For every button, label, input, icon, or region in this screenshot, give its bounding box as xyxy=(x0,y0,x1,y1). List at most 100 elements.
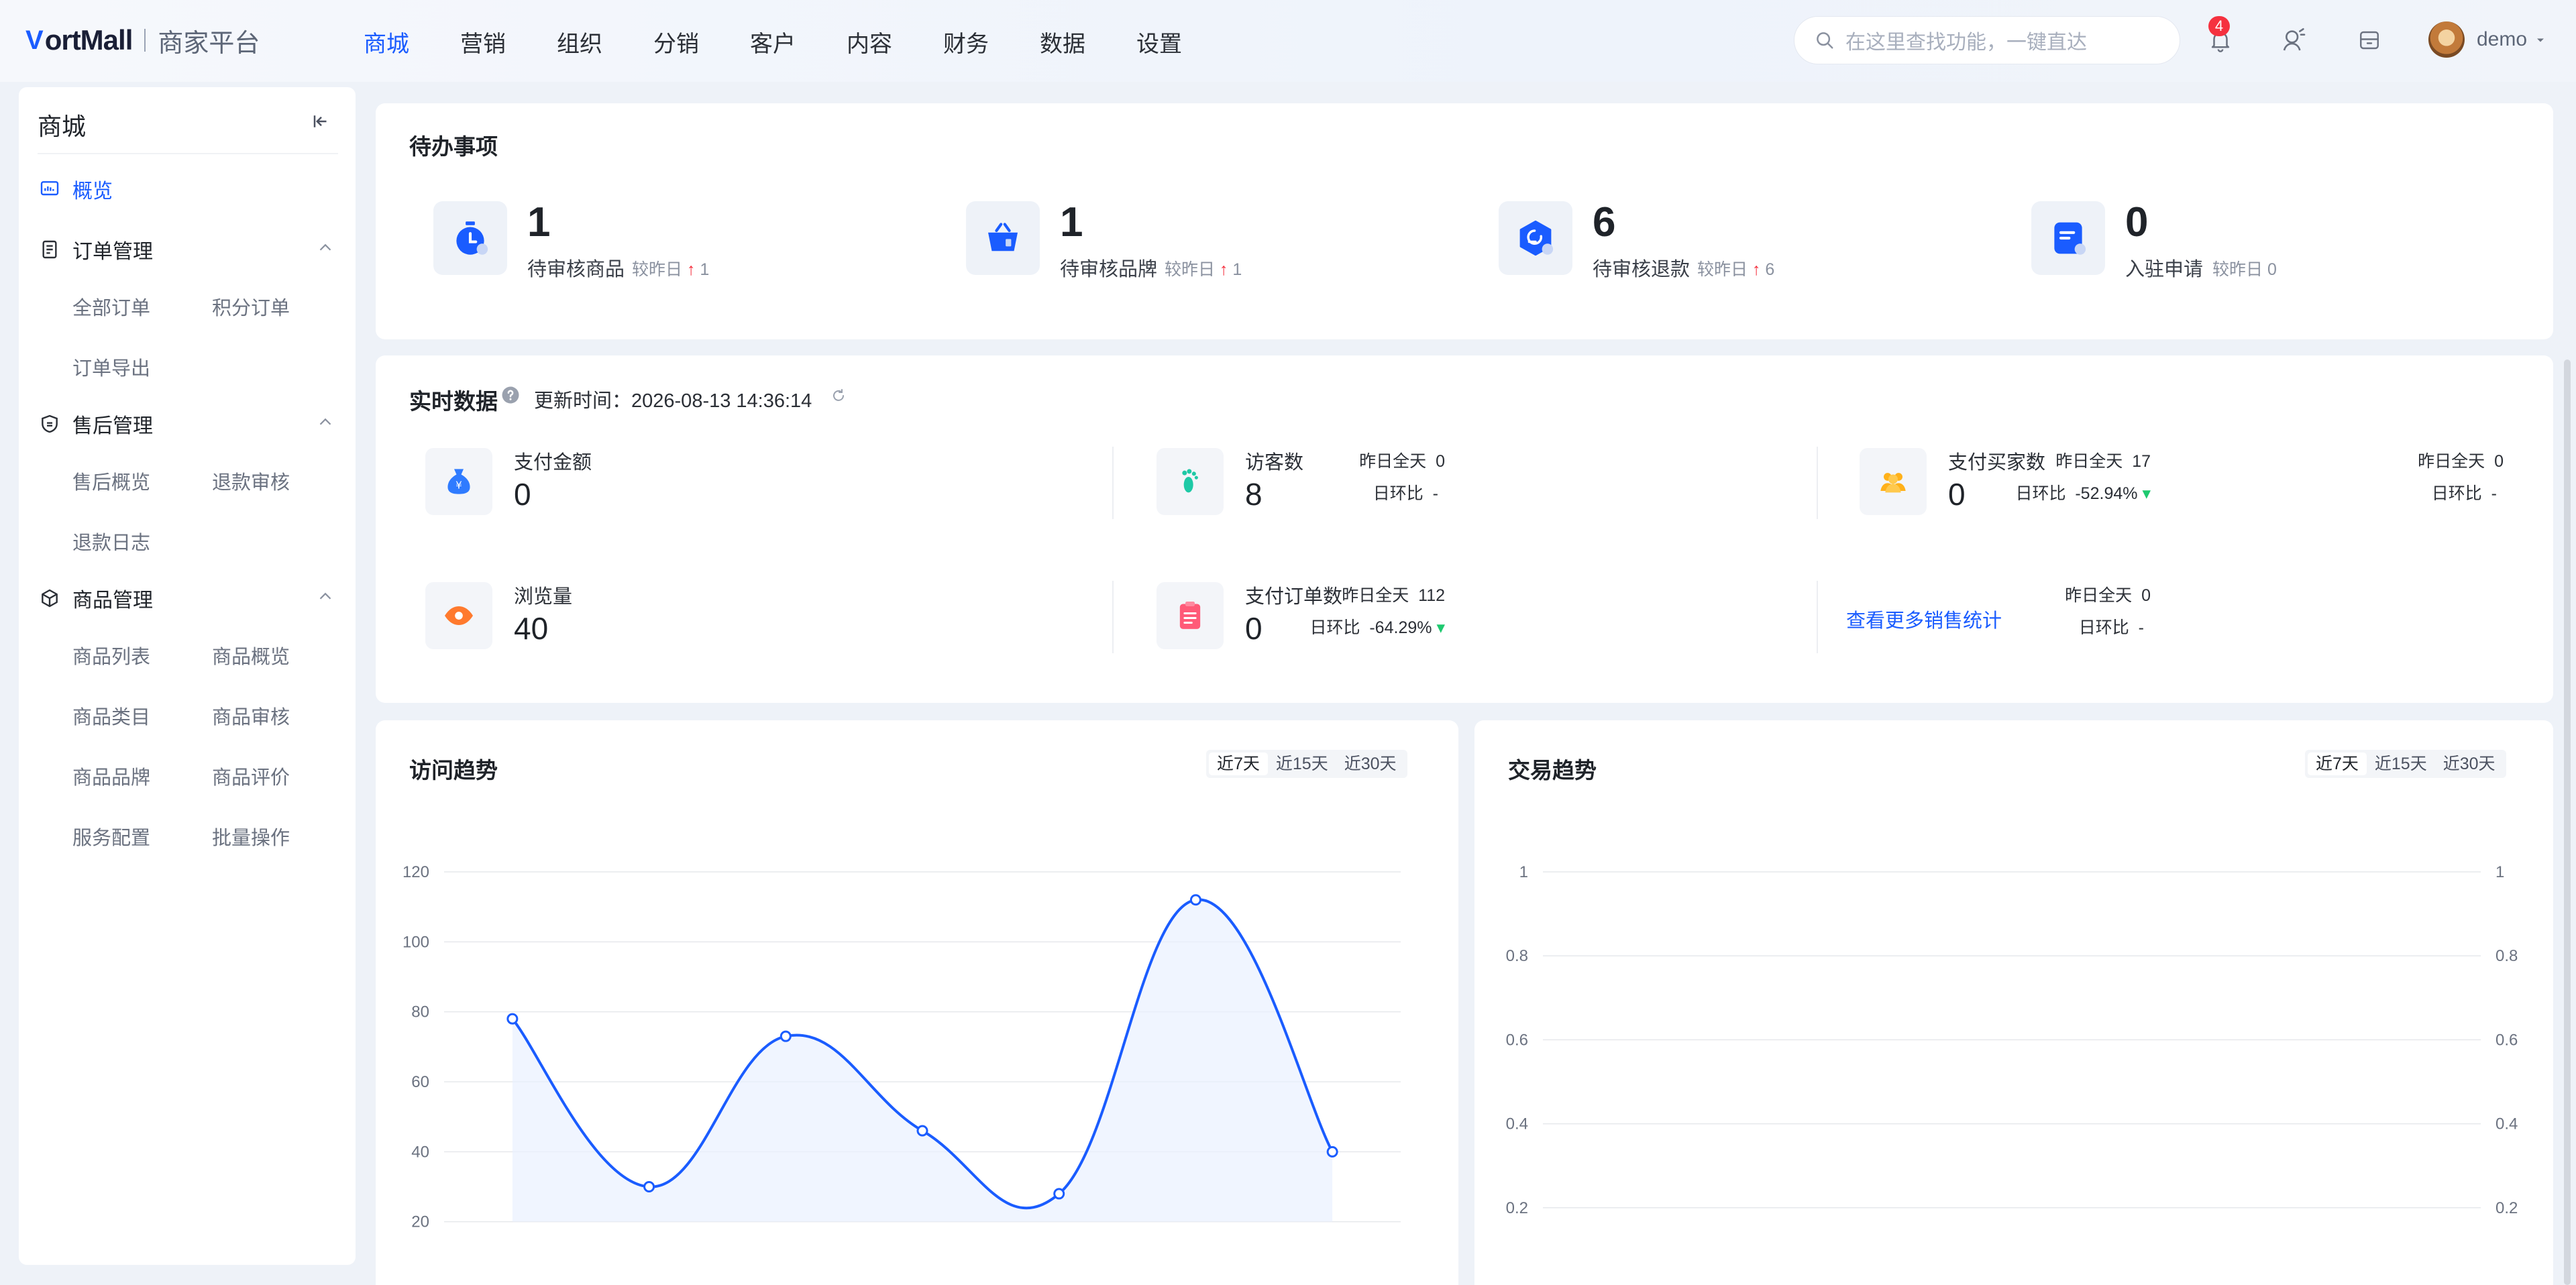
sidebar-group-products[interactable]: 商品管理 xyxy=(39,583,153,613)
y-tick-label-right: 0.4 xyxy=(2496,1115,2518,1133)
tab-30-days[interactable]: 近30天 xyxy=(1336,752,1405,775)
metric-yesterday: 昨日全天 0 xyxy=(2418,452,2504,471)
todo-compare: 较昨日 ↑ 6 xyxy=(1697,260,1775,279)
realtime-title: 实时数据 xyxy=(409,389,498,414)
refund-icon xyxy=(1519,220,1554,256)
tab-15-days[interactable]: 近15天 xyxy=(2367,752,2435,775)
todo-count: 1 xyxy=(527,199,551,245)
dashboard-icon xyxy=(40,181,59,196)
todo-title: 待办事项 xyxy=(409,134,498,159)
todo-label[interactable]: 待审核商品 xyxy=(527,254,625,282)
tab-7-days[interactable]: 近7天 xyxy=(2308,752,2367,775)
aftersale-icon xyxy=(42,414,58,433)
todo-icon-box xyxy=(2031,201,2105,275)
collapse-sidebar-icon[interactable] xyxy=(311,111,331,131)
todo-label[interactable]: 待审核退款 xyxy=(1593,254,1690,282)
sidebar-item-product-review[interactable]: 商品审核 xyxy=(212,702,290,730)
search-input[interactable]: 在这里查找功能，一键直达 xyxy=(1794,16,2180,64)
svg-text:¥: ¥ xyxy=(455,480,462,492)
nav-item-mall[interactable]: 商城 xyxy=(364,25,409,58)
y-tick-label-right: 0.2 xyxy=(2496,1199,2518,1217)
sidebar-divider xyxy=(38,153,338,154)
order-icon xyxy=(42,240,57,259)
store-icon[interactable] xyxy=(2353,24,2385,56)
refresh-icon[interactable] xyxy=(830,388,847,404)
todo-label[interactable]: 入驻申请 xyxy=(2125,254,2203,282)
data-point xyxy=(780,1030,792,1042)
metric-day-over-day: 日环比 - xyxy=(2431,484,2497,503)
avatar[interactable] xyxy=(2428,21,2465,58)
brand-logo[interactable]: V ortMall 商家平台 xyxy=(25,23,260,58)
user-menu[interactable]: demo xyxy=(2477,28,2547,51)
metric-day-over-day: 日环比 - xyxy=(2078,618,2144,637)
sidebar-item-aftersale-overview[interactable]: 售后概览 xyxy=(72,467,150,495)
tab-7-days[interactable]: 近7天 xyxy=(1209,752,1268,775)
nav-item-settings[interactable]: 设置 xyxy=(1136,25,1182,58)
top-bar: V ortMall 商家平台 商城 营销 组织 分销 客户 内容 财务 数据 设… xyxy=(0,0,2576,82)
money-bag-icon: ¥ xyxy=(447,469,470,494)
help-icon[interactable] xyxy=(500,385,521,405)
sidebar-item-label: 概览 xyxy=(72,180,113,203)
logo-mark: V xyxy=(25,25,44,55)
arrow-up-icon: ↑ xyxy=(686,260,696,279)
username: demo xyxy=(2477,28,2528,50)
sidebar-item-product-overview[interactable]: 商品概览 xyxy=(212,641,290,669)
sidebar-item-refund-log[interactable]: 退款日志 xyxy=(72,527,150,555)
visit-trend-card: 访问趋势 近7天 近15天 近30天 02040608010012008-070… xyxy=(376,720,1458,1285)
sidebar-item-product-category[interactable]: 商品类目 xyxy=(72,702,150,730)
metric-yesterday: 昨日全天 17 xyxy=(2055,452,2151,471)
nav-item-distribution[interactable]: 分销 xyxy=(653,25,699,58)
logo-divider xyxy=(144,29,146,52)
sidebar-item-overview[interactable]: 概览 xyxy=(39,174,113,204)
todo-icon-box xyxy=(966,201,1040,275)
support-agent-icon[interactable] xyxy=(2278,24,2310,56)
document-icon xyxy=(2054,222,2086,255)
data-point xyxy=(1189,894,1201,906)
chevron-up-icon[interactable] xyxy=(315,237,335,258)
sidebar-item-product-brand[interactable]: 商品品牌 xyxy=(72,762,150,790)
realtime-card: 实时数据 更新时间：2026-08-13 14:36:14 ¥ 支付金额 0 昨… xyxy=(376,355,2553,703)
sidebar-item-all-orders[interactable]: 全部订单 xyxy=(72,292,150,321)
sidebar-item-order-export[interactable]: 订单导出 xyxy=(72,353,150,381)
platform-name: 商家平台 xyxy=(158,29,260,58)
tab-30-days[interactable]: 近30天 xyxy=(2435,752,2504,775)
metric-label: 支付金额 xyxy=(514,452,592,473)
nav-item-content[interactable]: 内容 xyxy=(847,25,892,58)
visit-trend-chart: 02040608010012008-0708-0808-0908-1008-11… xyxy=(402,863,1401,1285)
sidebar-group-label: 订单管理 xyxy=(72,241,153,263)
search-placeholder: 在这里查找功能，一键直达 xyxy=(1845,32,2087,54)
metric-divider xyxy=(1112,447,1114,519)
metric-divider xyxy=(1817,447,1818,519)
sidebar-item-product-comments[interactable]: 商品评价 xyxy=(212,762,290,790)
y-tick-label: 120 xyxy=(402,863,429,881)
arrow-up-icon: ↑ xyxy=(1219,260,1228,279)
y-tick-label-right: 0.6 xyxy=(2496,1031,2518,1049)
metric-label: 浏览量 xyxy=(514,586,573,608)
sidebar-item-points-orders[interactable]: 积分订单 xyxy=(212,292,290,321)
sidebar-group-orders[interactable]: 订单管理 xyxy=(39,235,153,264)
y-tick-label: 0.8 xyxy=(1506,947,1528,965)
nav-item-customer[interactable]: 客户 xyxy=(750,25,796,58)
y-tick-label: 80 xyxy=(411,1003,429,1021)
data-point xyxy=(1053,1188,1065,1200)
y-tick-label-right: 1 xyxy=(2496,863,2504,881)
update-time: 更新时间：2026-08-13 14:36:14 xyxy=(534,390,812,412)
sidebar-item-refund-review[interactable]: 退款审核 xyxy=(212,467,290,495)
nav-item-data[interactable]: 数据 xyxy=(1040,25,1085,58)
more-sales-stats-link[interactable]: 查看更多销售统计 xyxy=(1846,605,2002,633)
chevron-up-icon[interactable] xyxy=(315,412,335,432)
visit-range-tabs: 近7天 近15天 近30天 xyxy=(1206,750,1407,778)
sidebar-item-batch-operations[interactable]: 批量操作 xyxy=(212,822,290,850)
metric-label: 访客数 xyxy=(1245,452,1304,473)
nav-item-organization[interactable]: 组织 xyxy=(557,25,602,58)
chevron-up-icon[interactable] xyxy=(315,586,335,606)
page-scrollbar[interactable] xyxy=(2564,359,2571,1285)
sidebar-item-product-list[interactable]: 商品列表 xyxy=(72,641,150,669)
nav-item-finance[interactable]: 财务 xyxy=(943,25,989,58)
tab-15-days[interactable]: 近15天 xyxy=(1268,752,1336,775)
sidebar-item-service-config[interactable]: 服务配置 xyxy=(72,822,150,850)
nav-item-marketing[interactable]: 营销 xyxy=(460,25,506,58)
sidebar-group-aftersale[interactable]: 售后管理 xyxy=(39,409,153,439)
todo-label[interactable]: 待审核品牌 xyxy=(1060,254,1157,282)
metric-icon-box xyxy=(1157,448,1224,515)
